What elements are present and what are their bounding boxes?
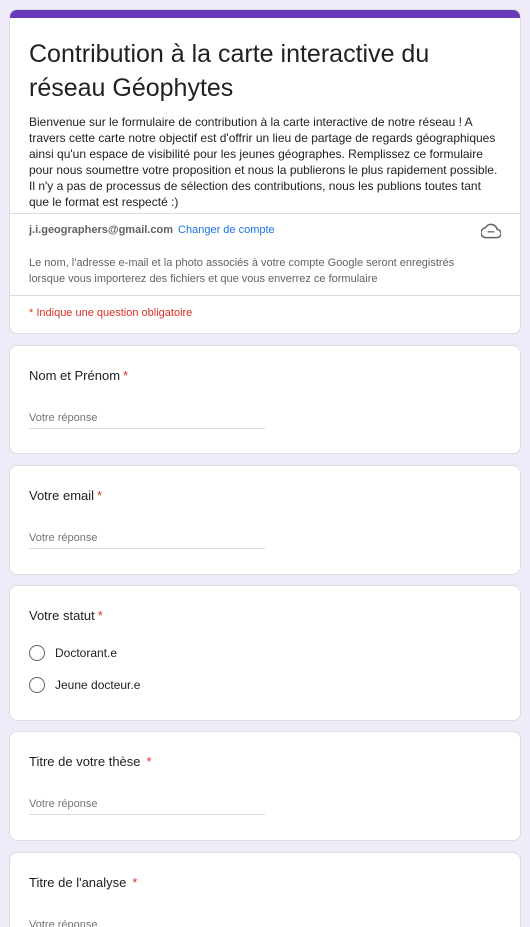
question-label: Votre statut — [29, 608, 95, 623]
thesis-input[interactable] — [29, 794, 265, 815]
accent-bar — [10, 10, 520, 18]
account-row: j.i.geographers@gmail.com Changer de com… — [29, 223, 502, 239]
question-label: Titre de l'analyse — [29, 875, 127, 890]
form-header-card: Contribution à la carte interactive du r… — [9, 9, 521, 334]
required-asterisk: * — [123, 368, 129, 383]
email-input[interactable] — [29, 528, 265, 549]
radio-button[interactable] — [29, 645, 45, 661]
question-title: Votre email * — [29, 488, 102, 503]
radio-label: Jeune docteur.e — [55, 678, 141, 692]
question-title: Nom et Prénom * — [29, 368, 128, 383]
account-note: Le nom, l'adresse e-mail et la photo ass… — [29, 257, 455, 285]
radio-option-jeune-docteur[interactable]: Jeune docteur.e — [29, 677, 140, 693]
required-asterisk: * — [97, 488, 103, 503]
form-description: Bienvenue sur le formulaire de contribut… — [29, 115, 498, 209]
question-card-analysis: Titre de l'analyse * — [9, 852, 521, 927]
cloud-not-saved-icon — [480, 223, 502, 239]
question-label: Nom et Prénom — [29, 368, 121, 383]
question-card-name: Nom et Prénom * — [9, 345, 521, 454]
form-title: Contribution à la carte interactive du r… — [29, 40, 430, 102]
required-asterisk: * — [97, 608, 103, 623]
radio-option-doctorant[interactable]: Doctorant.e — [29, 645, 117, 661]
question-label: Votre email — [29, 488, 95, 503]
radio-button[interactable] — [29, 677, 45, 693]
radio-label: Doctorant.e — [55, 646, 118, 660]
question-card-email: Votre email * — [9, 465, 521, 575]
required-asterisk: * — [146, 754, 152, 769]
required-note: * Indique une question obligatoire — [29, 307, 193, 319]
question-title: Titre de l'analyse * — [29, 875, 137, 890]
question-title: Votre statut * — [29, 608, 103, 623]
switch-account-link[interactable]: Changer de compte — [178, 224, 275, 236]
header-divider — [10, 213, 520, 214]
question-card-thesis: Titre de votre thèse * — [9, 731, 521, 841]
name-input[interactable] — [29, 408, 265, 429]
account-email: j.i.geographers@gmail.com — [29, 224, 173, 236]
account-divider — [10, 295, 520, 296]
analysis-input[interactable] — [29, 915, 265, 927]
question-card-status: Votre statut * Doctorant.e Jeune docteur.… — [9, 585, 521, 721]
required-asterisk: * — [132, 875, 138, 890]
question-title: Titre de votre thèse * — [29, 754, 152, 769]
question-label: Titre de votre thèse — [29, 754, 141, 769]
